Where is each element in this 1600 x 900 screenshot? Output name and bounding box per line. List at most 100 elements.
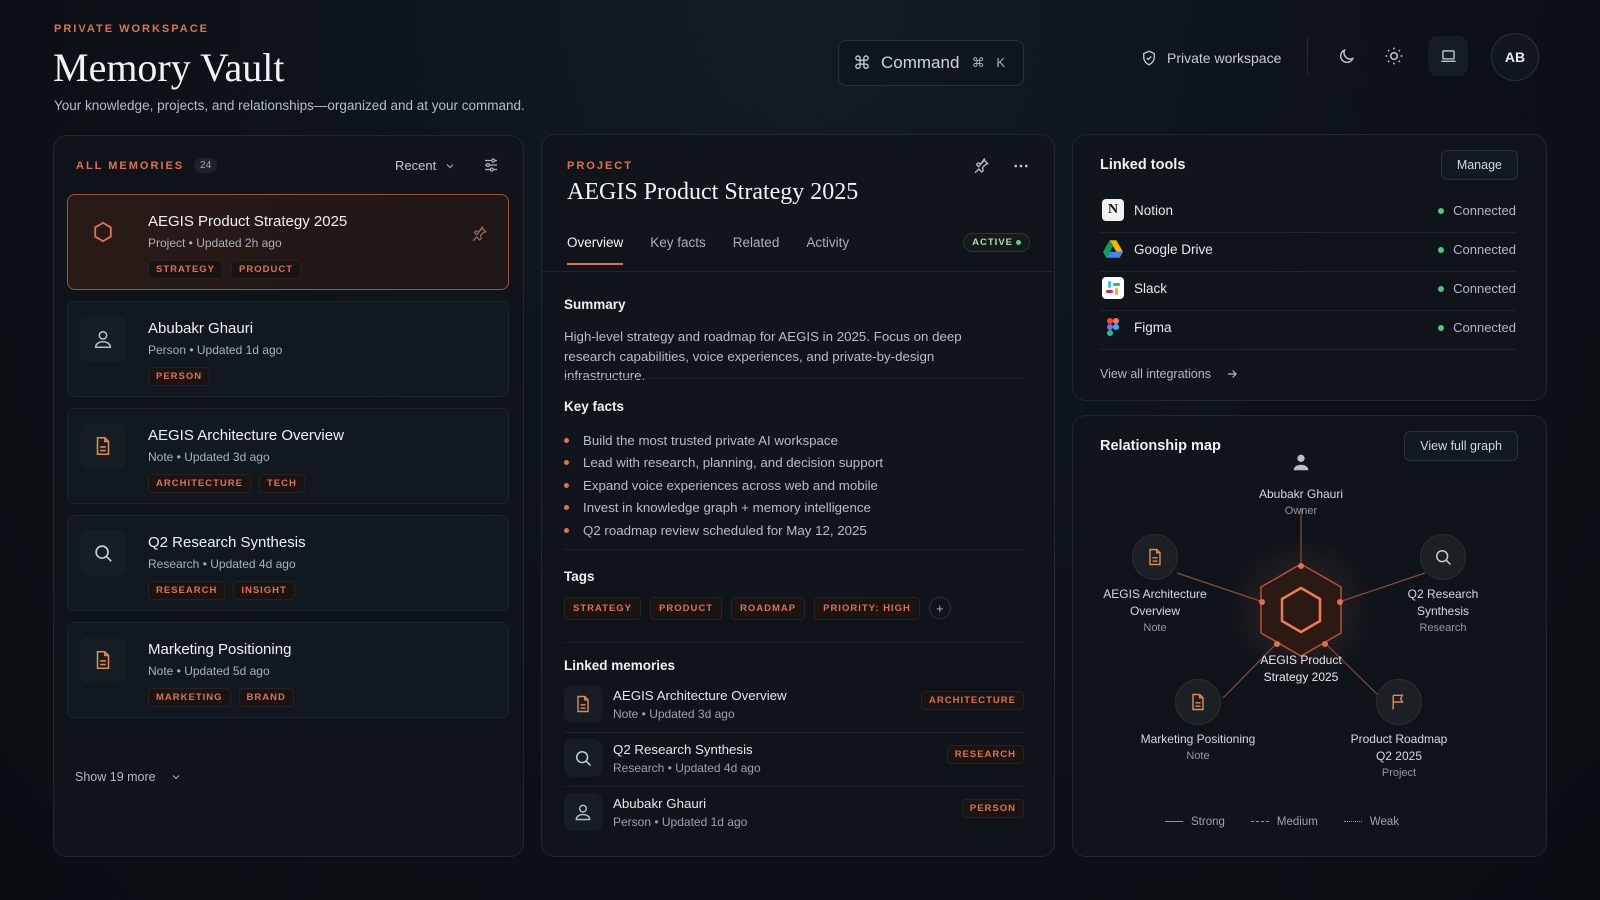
linked-memory-row[interactable]: AEGIS Architecture Overview Note • Updat… [564,683,1024,737]
search-icon [1436,550,1452,566]
tab-activity[interactable]: Activity [806,235,849,265]
command-icon: ⌘ [853,52,871,73]
document-icon [1192,693,1204,711]
add-tag-button[interactable]: + [928,597,951,619]
linked-tag[interactable]: PERSON [961,799,1024,818]
status-text: Connected [1453,320,1516,335]
relationship-map-panel: Relationship map View full graph Abubakr… [1072,415,1547,857]
memory-tag[interactable]: TECH [258,474,305,493]
detail-title: AEGIS Product Strategy 2025 [567,179,859,205]
laptop-mode-button[interactable] [1428,36,1468,76]
slack-icon [1102,277,1124,299]
memory-name: AEGIS Product Strategy 2025 [148,213,348,230]
memory-tag[interactable]: PRODUCT [231,260,302,279]
memory-card[interactable]: AEGIS Product Strategy 2025 Project • Up… [67,194,509,290]
linked-memory-row[interactable]: Q2 Research Synthesis Research • Updated… [564,737,1024,791]
laptop-icon [1440,49,1456,62]
detail-tag[interactable]: ROADMAP [731,597,806,620]
search-icon [95,545,112,562]
person-icon [575,804,591,821]
graph-node-architecture[interactable]: AEGIS Architecture Overview Note [1095,534,1215,634]
graph-node-research[interactable]: Q2 Research Synthesis Research [1389,534,1497,634]
memory-tag[interactable]: PERSON [148,367,211,386]
node-label: Q2 Research Synthesis [1407,587,1479,618]
memory-tag[interactable]: MARKETING [148,688,231,707]
sort-dropdown[interactable]: Recent [395,158,456,173]
linked-icon-wrapper [564,793,602,831]
status-label: ACTIVE [972,237,1013,248]
bullet [564,527,569,533]
memory-card[interactable]: Q2 Research Synthesis Research • Updated… [67,515,509,611]
node-sub: Note [1143,622,1167,634]
linked-meta: Note • Updated 3d ago [613,707,735,721]
tab-related[interactable]: Related [733,235,780,265]
memory-tag[interactable]: BRAND [238,688,294,707]
pin-button[interactable] [470,225,488,248]
sun-icon [1385,47,1403,65]
more-options-button[interactable] [1012,157,1030,180]
memory-meta: Research • Updated 4d ago [148,557,296,571]
pin-icon [472,226,487,242]
memory-tag[interactable]: INSIGHT [233,581,295,600]
tab-key-facts[interactable]: Key facts [650,235,706,265]
show-more-button[interactable]: Show 19 more [75,770,182,784]
private-workspace-indicator[interactable]: Private workspace [1140,44,1281,72]
keyfacts-list: Build the most trusted private AI worksp… [564,429,883,542]
more-horizontal-icon [1014,164,1028,168]
moon-icon [1339,48,1354,63]
status-dot [1016,239,1021,245]
memory-card[interactable]: AEGIS Architecture Overview Note • Updat… [67,408,509,504]
status-dot [1438,207,1445,214]
memories-header: ALL MEMORIES 24 [76,158,218,173]
manage-button[interactable]: Manage [1440,150,1518,180]
graph-node-roadmap[interactable]: Product Roadmap Q2 2025 Project [1349,679,1449,779]
linked-name: Abubakr Ghauri [613,796,707,811]
memory-card[interactable]: Abubakr Ghauri Person • Updated 1d ago P… [67,301,509,397]
graph-node-marketing[interactable]: Marketing Positioning Note [1133,679,1263,762]
detail-tag[interactable]: STRATEGY [564,597,642,620]
detail-tabs: Overview Key facts Related Activity [567,235,849,265]
memory-tag[interactable]: STRATEGY [148,260,224,279]
tool-row-slack[interactable]: Slack Connected [1100,271,1516,310]
detail-tag[interactable]: PRODUCT [650,597,723,620]
shield-icon [1143,50,1155,66]
graph-node-owner[interactable]: Abubakr Ghauri Owner [1231,444,1371,517]
linked-tag[interactable]: RESEARCH [946,745,1024,764]
show-more-label: Show 19 more [75,770,156,784]
memory-tag[interactable]: ARCHITECTURE [148,474,251,493]
linked-tools-panel: Linked tools Manage N Notion Connected G… [1072,134,1547,401]
person-icon [1293,454,1309,471]
tool-name: Google Drive [1134,242,1213,257]
keyfact-text: Invest in knowledge graph + memory intel… [583,500,871,516]
dark-mode-button[interactable] [1326,36,1366,76]
bullet [564,482,569,488]
memory-name: Abubakr Ghauri [148,320,254,337]
detail-tags: STRATEGY PRODUCT ROADMAP PRIORITY: HIGH … [564,597,951,620]
keyfact-text: Build the most trusted private AI worksp… [583,432,838,448]
tool-row-google-drive[interactable]: Google Drive Connected [1100,232,1516,271]
memory-card[interactable]: Marketing Positioning Note • Updated 5d … [67,622,509,718]
detail-tag[interactable]: PRIORITY: HIGH [814,597,920,620]
memory-tag[interactable]: RESEARCH [148,581,226,600]
pin-button[interactable] [972,157,990,180]
command-palette-button[interactable]: ⌘ Command ⌘ K [838,40,1024,86]
workspace-label: Private workspace [1167,50,1282,66]
light-mode-button[interactable] [1374,36,1414,76]
user-avatar[interactable]: AB [1491,33,1539,81]
tab-overview[interactable]: Overview [567,235,624,265]
legend-medium: Medium [1250,816,1318,828]
junction-dot [1298,563,1304,569]
node-sub: Project [1381,767,1417,779]
linked-name: Q2 Research Synthesis [613,742,753,757]
view-all-integrations-link[interactable]: View all integrations [1100,367,1239,381]
memories-count: 24 [194,158,218,173]
tool-row-notion[interactable]: N Notion Connected [1100,193,1516,232]
tool-status: Connected [1438,203,1516,218]
linked-memory-row[interactable]: Abubakr Ghauri Person • Updated 1d ago P… [564,791,1024,845]
tool-name: Notion [1134,203,1174,218]
tool-row-figma[interactable]: Figma Connected [1100,310,1516,349]
linked-tag[interactable]: ARCHITECTURE [921,691,1024,710]
tool-status: Connected [1438,242,1516,257]
filter-button[interactable] [482,156,500,179]
linked-icon-wrapper [564,739,602,777]
